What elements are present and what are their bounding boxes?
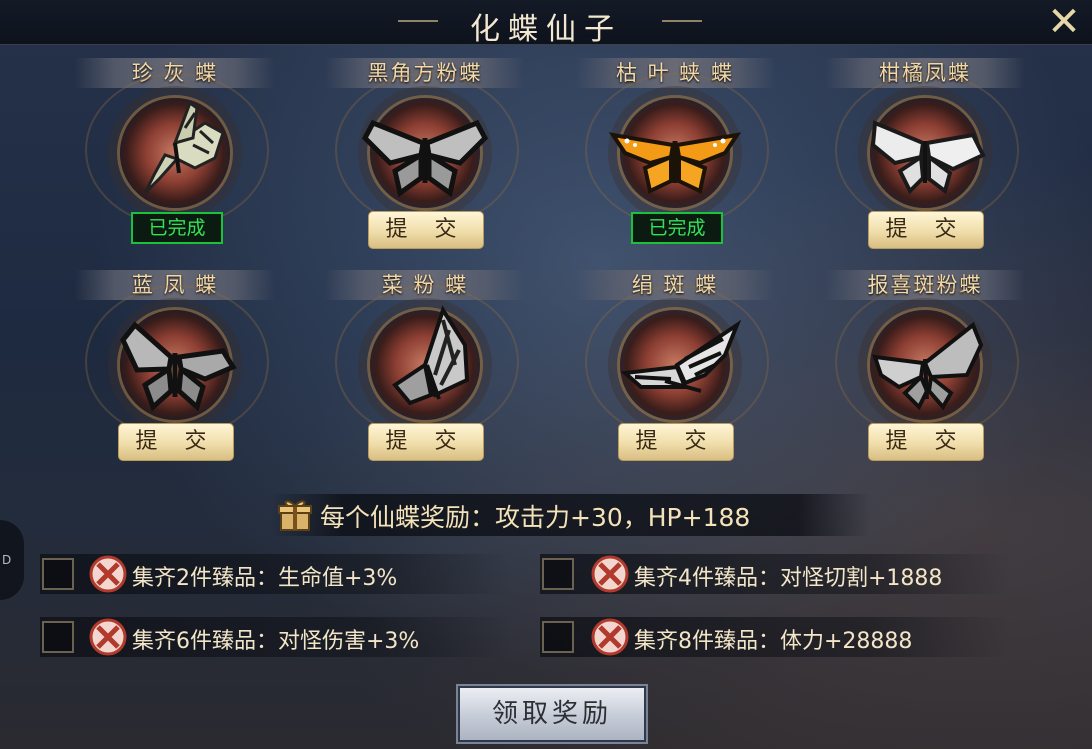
completed-badge: 已完成 [631,212,723,244]
title-bar: 化蝶仙子 ✕ [0,0,1092,47]
butterfly-card: 菜 粉 蝶 提 交 [320,270,530,470]
submit-button[interactable]: 提 交 [118,423,234,461]
set-bonus-row: 集齐4件臻品：对怪切割+1888 [540,554,1010,594]
side-tab[interactable]: D [0,520,24,600]
set-bonus-text: 集齐4件臻品：对怪切割+1888 [634,566,943,591]
butterfly-image [143,100,225,195]
crossed-swords-icon [89,618,127,656]
butterfly-card: 柑橘凤蝶 提 交 [820,58,1030,258]
butterfly-card: 珍 灰 蝶 已完成 [70,58,280,258]
butterfly-image [620,319,742,393]
butterfly-card: 绢 斑 蝶 提 交 [570,270,780,470]
submit-button[interactable]: 提 交 [368,211,484,249]
submit-button[interactable]: 提 交 [868,423,984,461]
submit-button[interactable]: 提 交 [618,423,734,461]
per-butterfly-reward: 每个仙蝶奖励：攻击力+30，HP+188 [320,503,751,532]
window-title: 化蝶仙子 [470,12,622,47]
butterfly-image [870,120,986,195]
set-bonus-text: 集齐8件臻品：体力+28888 [634,629,913,654]
claim-reward-button[interactable]: 领取奖励 [456,684,648,744]
set-bonus-row: 集齐6件臻品：对怪伤害+3% [40,617,510,657]
gift-icon [278,500,312,531]
set-bonus-checkbox[interactable] [542,558,574,590]
close-button[interactable]: ✕ [1040,0,1088,45]
crossed-swords-icon [591,555,629,593]
set-bonus-row: 集齐2件臻品：生命值+3% [40,554,510,594]
set-bonus-checkbox[interactable] [42,621,74,653]
crossed-swords-icon [591,618,629,656]
butterfly-card: 黑角方粉蝶 提 交 [320,58,530,258]
set-bonus-checkbox[interactable] [542,621,574,653]
butterfly-image [872,321,984,411]
butterfly-card: 报喜斑粉蝶 提 交 [820,270,1030,470]
completed-badge: 已完成 [131,212,223,244]
submit-button[interactable]: 提 交 [868,211,984,249]
set-bonus-checkbox[interactable] [42,558,74,590]
butterfly-image [361,119,489,198]
butterfly-image [120,321,237,412]
submit-button[interactable]: 提 交 [368,423,484,461]
butterfly-image [392,305,470,406]
butterfly-card: 枯 叶 蛱 蝶 已完成 [570,58,780,258]
butterfly-image [608,132,742,194]
crossed-swords-icon [89,555,127,593]
set-bonus-text: 集齐2件臻品：生命值+3% [132,566,398,591]
title-ornament-right [662,20,702,22]
set-bonus-text: 集齐6件臻品：对怪伤害+3% [132,629,420,654]
set-bonus-row: 集齐8件臻品：体力+28888 [540,617,1010,657]
butterfly-card: 蓝 凤 蝶 提 交 [70,270,280,470]
